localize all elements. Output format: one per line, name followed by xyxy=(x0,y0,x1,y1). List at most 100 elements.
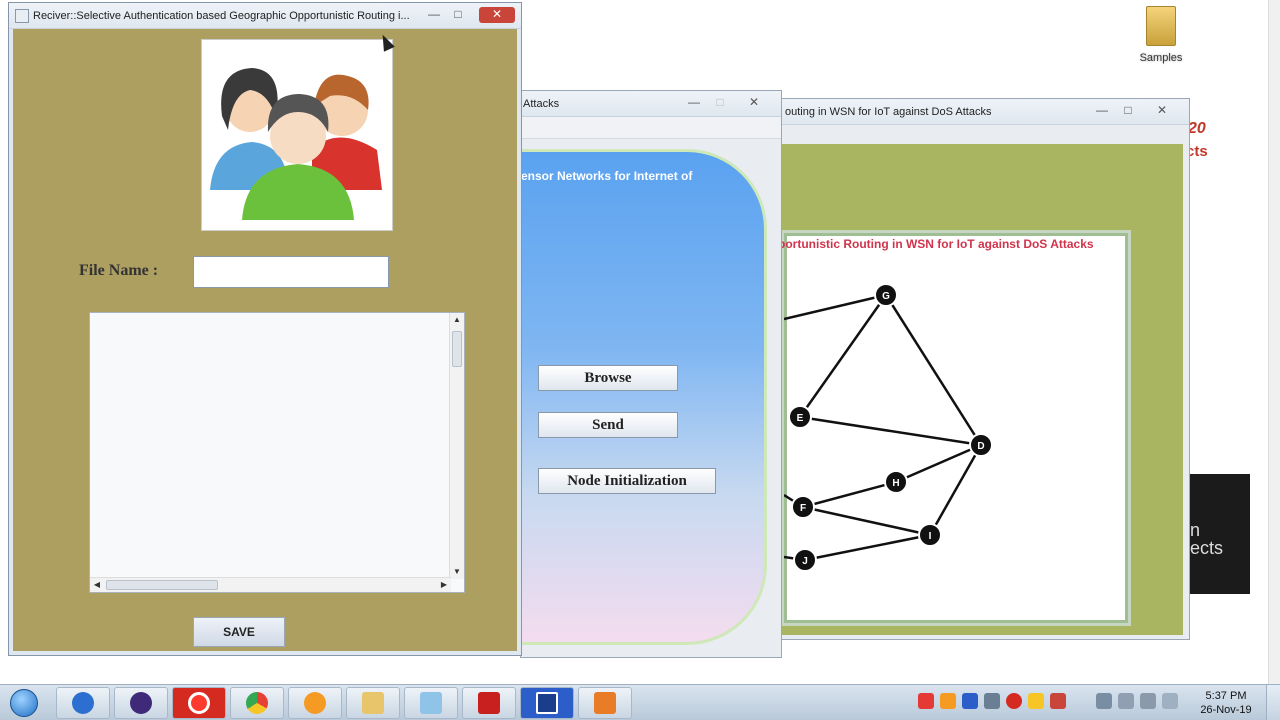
maximize-icon[interactable]: □ xyxy=(707,95,733,111)
bg-fragment-4: ects xyxy=(1190,538,1224,558)
save-button[interactable]: SAVE xyxy=(193,617,285,647)
taskbar-chrome[interactable] xyxy=(230,687,284,719)
ie-icon xyxy=(72,692,94,714)
tray-icon-warning[interactable] xyxy=(1028,693,1044,709)
start-button[interactable] xyxy=(4,686,44,720)
file-content-textarea[interactable]: ▲ ▼ ◀ ▶ xyxy=(89,312,465,593)
node-i: I xyxy=(918,523,942,547)
tray-icon-blue[interactable] xyxy=(962,693,978,709)
app-icon xyxy=(536,692,558,714)
folder-icon xyxy=(362,692,384,714)
sender-menubar xyxy=(521,117,781,139)
bg-fragment-1: 20 xyxy=(1188,120,1206,137)
java-icon xyxy=(15,9,29,23)
edge-f-h xyxy=(802,480,897,509)
close-icon[interactable]: ✕ xyxy=(1149,103,1175,119)
receiver-content: File Name : ▲ ▼ ◀ ▶ SAVE xyxy=(13,29,517,651)
browse-button[interactable]: Browse xyxy=(538,365,678,391)
receiver-window-title: Reciver::Selective Authentication based … xyxy=(33,10,410,22)
minimize-icon[interactable]: — xyxy=(421,7,447,23)
sender-heading: ensor Networks for Internet of xyxy=(521,169,693,183)
maximize-icon[interactable]: □ xyxy=(1115,103,1141,119)
edge-e-d xyxy=(799,415,982,447)
node-g: G xyxy=(874,283,898,307)
receiver-window-titlebar[interactable]: Reciver::Selective Authentication based … xyxy=(9,3,521,29)
volume-icon[interactable] xyxy=(1096,693,1112,709)
graph-panel: portunistic Routing in WSN for IoT again… xyxy=(778,230,1131,626)
close-icon[interactable]: ✕ xyxy=(741,95,767,111)
taskbar: 5:37 PM 26-Nov-19 xyxy=(0,684,1280,720)
bg-dark-image: n ects xyxy=(1188,474,1250,594)
network-content: portunistic Routing in WSN for IoT again… xyxy=(778,144,1183,635)
horizontal-scrollbar[interactable]: ◀ ▶ xyxy=(90,577,451,592)
minimize-icon[interactable]: — xyxy=(681,95,707,111)
scroll-down-icon[interactable]: ▼ xyxy=(450,565,464,579)
opera-icon xyxy=(188,692,210,714)
minimize-icon[interactable]: — xyxy=(1089,103,1115,119)
desktop-scrollbar[interactable] xyxy=(1268,0,1280,684)
taskbar-notepad[interactable] xyxy=(404,687,458,719)
close-icon[interactable]: ✕ xyxy=(479,7,515,23)
network-window: outing in WSN for IoT against DoS Attack… xyxy=(778,98,1190,640)
clock[interactable]: 5:37 PM 26-Nov-19 xyxy=(1196,689,1256,717)
show-desktop-button[interactable] xyxy=(1266,685,1280,720)
speaker-mute-icon[interactable] xyxy=(1140,693,1156,709)
tray-icon-red[interactable] xyxy=(918,693,934,709)
sender-window-title: Attacks xyxy=(523,98,560,110)
svg-text:H: H xyxy=(892,478,899,489)
h-scroll-thumb[interactable] xyxy=(106,580,218,590)
edge-f-i xyxy=(802,505,931,537)
maximize-icon[interactable]: □ xyxy=(445,7,471,23)
network-window-titlebar[interactable]: outing in WSN for IoT against DoS Attack… xyxy=(781,99,1189,125)
taskbar-ie[interactable] xyxy=(56,687,110,719)
system-tray xyxy=(918,693,1178,713)
tray-icon-network[interactable] xyxy=(984,693,1000,709)
taskbar-java[interactable] xyxy=(578,687,632,719)
svg-text:I: I xyxy=(929,531,932,542)
sender-panel xyxy=(521,149,767,645)
acrobat-icon xyxy=(478,692,500,714)
users-group-icon xyxy=(210,68,382,220)
taskbar-opera[interactable] xyxy=(172,687,226,719)
tray-icon-flag[interactable] xyxy=(1050,693,1066,709)
desktop-icon-label: Samples xyxy=(1139,52,1183,64)
file-name-input[interactable] xyxy=(193,256,389,288)
clock-date: 26-Nov-19 xyxy=(1200,704,1252,716)
edge-j-i xyxy=(804,533,931,562)
tray-icon-display[interactable] xyxy=(1162,693,1178,709)
node-h: H xyxy=(884,470,908,494)
scroll-thumb[interactable] xyxy=(452,331,462,367)
edge-h-d xyxy=(895,443,982,484)
tray-icon-orange[interactable] xyxy=(940,693,956,709)
desktop-icon-samples[interactable]: Samples xyxy=(1132,6,1190,64)
node-j: J xyxy=(793,548,817,572)
scroll-up-icon[interactable]: ▲ xyxy=(450,313,464,327)
svg-text:F: F xyxy=(800,503,806,514)
node-e: E xyxy=(788,405,812,429)
sender-window-titlebar[interactable]: Attacks — □ ✕ xyxy=(521,91,781,117)
receiver-window: Reciver::Selective Authentication based … xyxy=(8,2,522,656)
edge-g-d xyxy=(884,294,983,446)
scroll-left-icon[interactable]: ◀ xyxy=(90,578,104,592)
node-d: D xyxy=(969,433,993,457)
svg-text:D: D xyxy=(977,441,984,452)
vertical-scrollbar[interactable]: ▲ ▼ xyxy=(449,313,464,579)
browser-icon xyxy=(304,692,326,714)
taskbar-app[interactable] xyxy=(520,687,574,719)
sender-window: Attacks — □ ✕ ensor Networks for Interne… xyxy=(520,90,782,658)
taskbar-acrobat[interactable] xyxy=(462,687,516,719)
taskbar-browser[interactable] xyxy=(288,687,342,719)
scroll-right-icon[interactable]: ▶ xyxy=(437,578,451,592)
send-button[interactable]: Send xyxy=(538,412,678,438)
folder-icon xyxy=(1146,6,1176,46)
svg-text:J: J xyxy=(802,556,808,567)
clock-time: 5:37 PM xyxy=(1205,690,1247,702)
windows-logo-icon xyxy=(10,689,38,717)
notepad-icon xyxy=(420,692,442,714)
tray-icon-opera[interactable] xyxy=(1006,693,1022,709)
taskbar-explorer[interactable] xyxy=(346,687,400,719)
node-initialization-button[interactable]: Node Initialization xyxy=(538,468,716,494)
taskbar-eclipse[interactable] xyxy=(114,687,168,719)
tray-icon-device[interactable] xyxy=(1118,693,1134,709)
eclipse-icon xyxy=(130,692,152,714)
